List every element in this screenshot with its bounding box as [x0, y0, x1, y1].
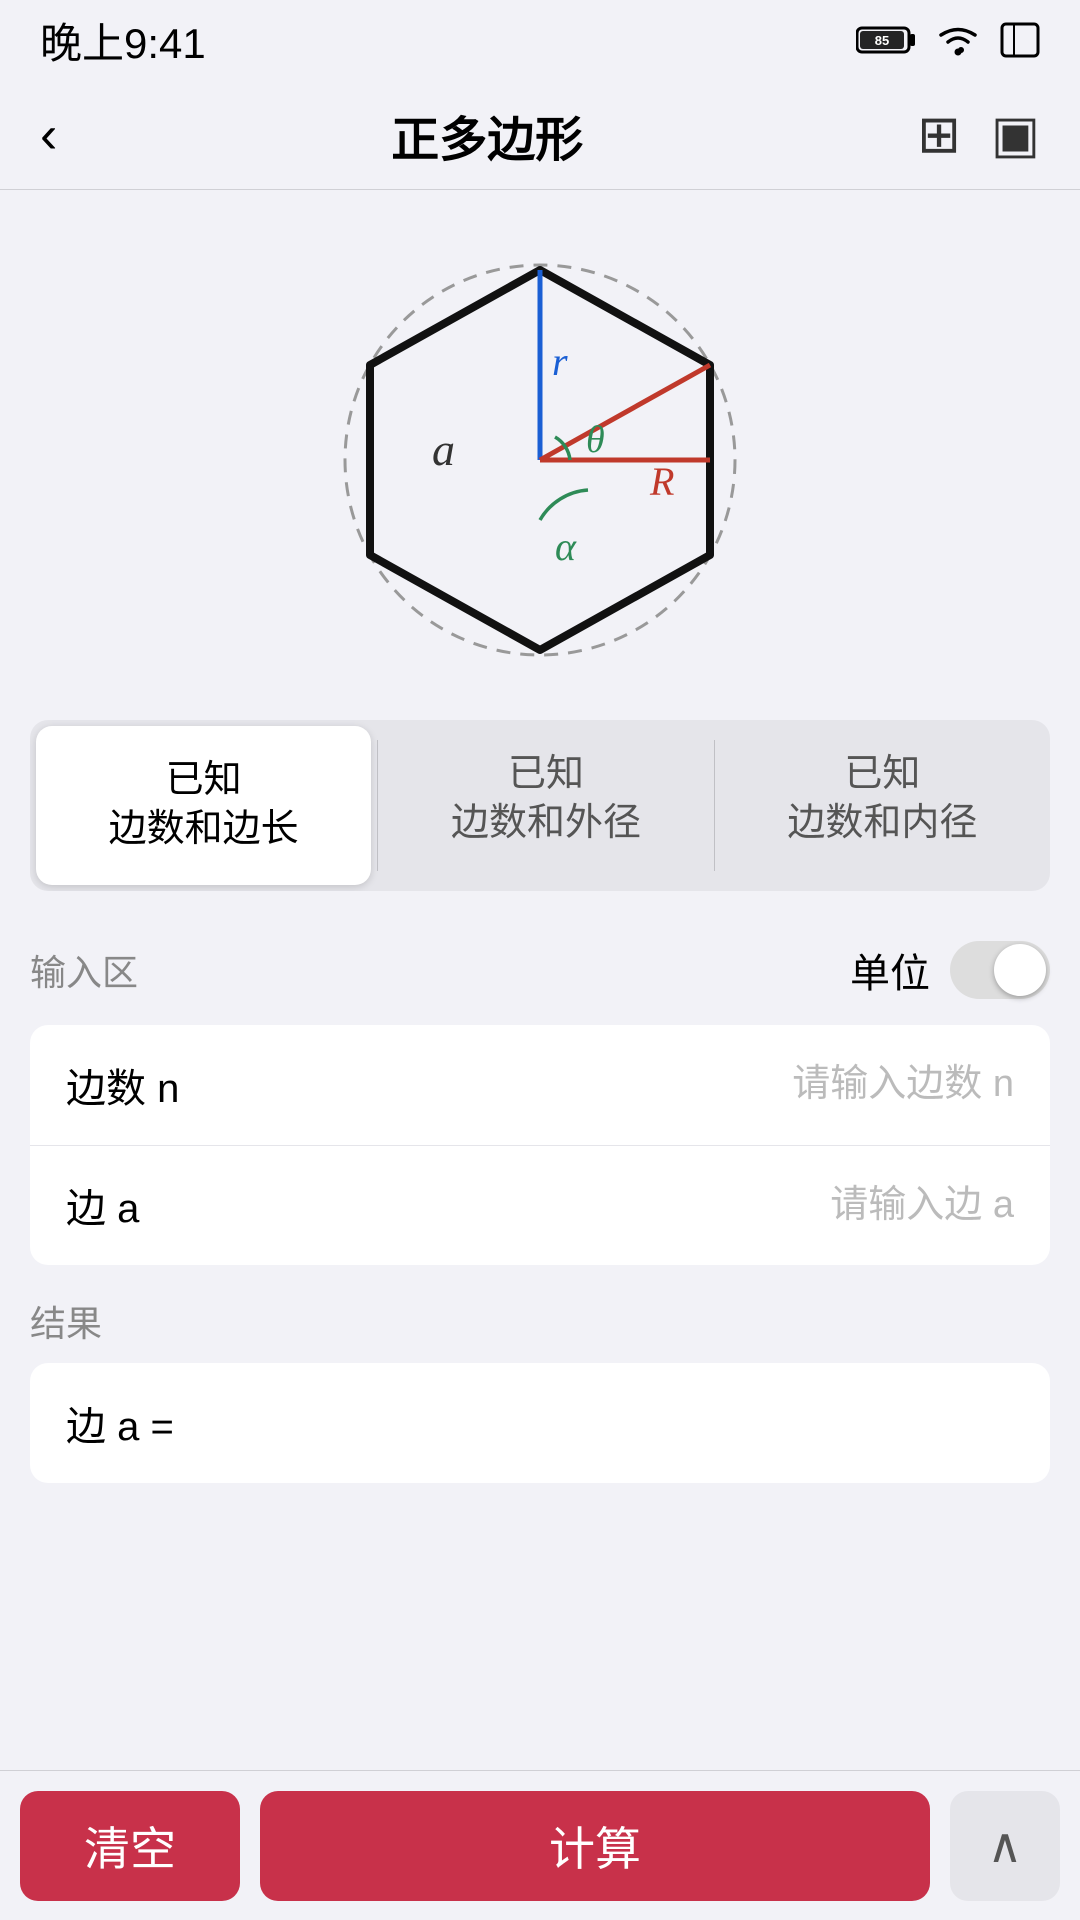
nav-actions: ⊞ ▣: [917, 105, 1040, 165]
bottom-bar: 清空 计算 ∧: [0, 1770, 1080, 1920]
diagram-area: a r R θ α: [0, 190, 1080, 720]
collapse-button[interactable]: ∧: [950, 1791, 1060, 1901]
back-button[interactable]: ‹: [40, 105, 57, 165]
status-bar: 晚上9:41 85: [0, 0, 1080, 80]
chevron-up-icon: ∧: [987, 1818, 1022, 1874]
svg-text:α: α: [555, 524, 577, 569]
notebook-icon[interactable]: ▣: [991, 105, 1040, 165]
tab-sides-length[interactable]: 已知 边数和边长: [36, 726, 371, 885]
input-label-n: 边数 n: [66, 1056, 286, 1114]
tab-sides-outer[interactable]: 已知 边数和外径: [378, 720, 713, 891]
unit-toggle[interactable]: [950, 941, 1050, 999]
result-label-a: 边 a =: [66, 1394, 174, 1452]
nav-bar: ‹ 正多边形 ⊞ ▣: [0, 80, 1080, 190]
page-title: 正多边形: [391, 100, 583, 170]
svg-text:85: 85: [875, 33, 889, 48]
input-section-header: 输入区 单位: [0, 911, 1080, 1015]
input-field-a[interactable]: [286, 1184, 1014, 1227]
status-time: 晚上9:41: [40, 10, 206, 71]
unit-label: 单位: [850, 941, 930, 999]
result-row-a: 边 a =: [66, 1363, 1014, 1483]
tab-sides-inner[interactable]: 已知 边数和内径: [715, 720, 1050, 891]
svg-text:θ: θ: [586, 419, 605, 461]
svg-text:a: a: [432, 424, 455, 475]
unit-row: 单位: [850, 941, 1050, 999]
svg-text:r: r: [552, 339, 568, 384]
bottom-spacer: [0, 1483, 1080, 1643]
clear-button[interactable]: 清空: [20, 1791, 240, 1901]
toggle-thumb: [994, 944, 1046, 996]
input-row-n: 边数 n: [30, 1025, 1050, 1145]
square-icon: [1000, 22, 1040, 58]
results-card: 边 a =: [30, 1363, 1050, 1483]
input-field-n[interactable]: [286, 1063, 1014, 1106]
tabs-container: 已知 边数和边长 已知 边数和外径 已知 边数和内径: [30, 720, 1050, 891]
hexagon-diagram: a r R θ α: [260, 230, 820, 690]
calculate-button[interactable]: 计算: [260, 1791, 930, 1901]
input-section-label: 输入区: [30, 944, 138, 996]
svg-text:R: R: [649, 459, 674, 504]
wifi-icon: [934, 22, 982, 58]
input-row-a: 边 a: [30, 1145, 1050, 1265]
results-section: 结果 边 a =: [0, 1295, 1080, 1483]
input-label-a: 边 a: [66, 1176, 286, 1234]
calculator-icon[interactable]: ⊞: [917, 105, 961, 165]
status-icons: 85: [856, 22, 1040, 58]
results-label: 结果: [30, 1295, 1050, 1347]
input-card: 边数 n 边 a: [30, 1025, 1050, 1265]
battery-icon: 85: [856, 24, 916, 56]
